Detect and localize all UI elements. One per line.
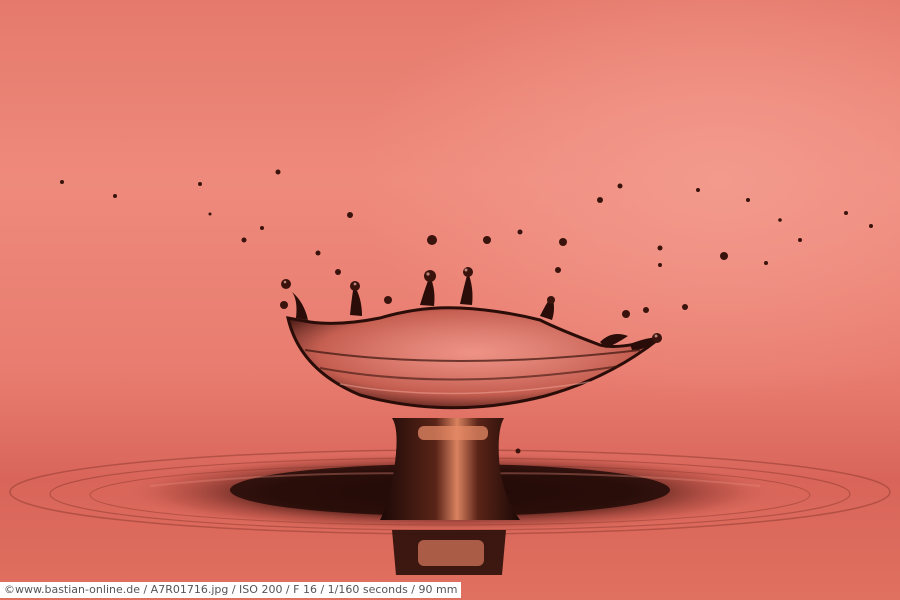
splash-scene bbox=[9, 169, 891, 575]
photo: ©www.bastian-online.de / A7R01716.jpg / … bbox=[0, 0, 900, 600]
photo-credit-caption: ©www.bastian-online.de / A7R01716.jpg / … bbox=[0, 582, 462, 598]
stem-glow bbox=[418, 426, 488, 440]
reflection-glow bbox=[418, 540, 484, 566]
